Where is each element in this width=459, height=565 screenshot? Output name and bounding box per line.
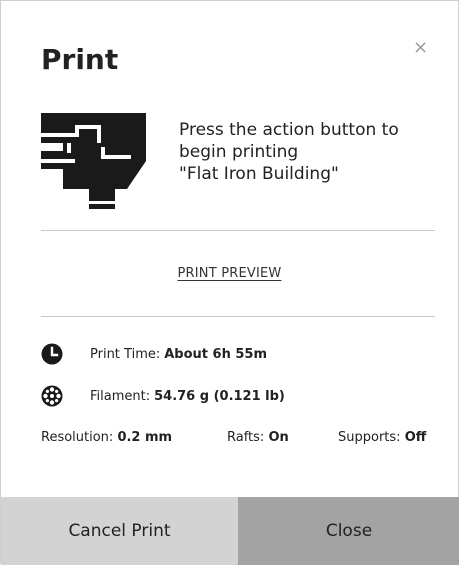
message-line-2: begin printing bbox=[179, 142, 299, 162]
resolution-label: Resolution: bbox=[41, 430, 114, 445]
supports-setting: Supports: Off bbox=[338, 430, 426, 445]
filament-value: 54.76 g (0.121 lb) bbox=[154, 388, 285, 404]
print-time-row: Print Time: About 6h 55m bbox=[41, 342, 267, 366]
filament-spool-icon bbox=[41, 385, 63, 407]
close-icon[interactable]: × bbox=[413, 37, 428, 58]
supports-label: Supports: bbox=[338, 430, 401, 445]
divider-top bbox=[41, 230, 435, 231]
resolution-setting: Resolution: 0.2 mm bbox=[41, 430, 172, 445]
clock-icon bbox=[41, 343, 63, 365]
filament-label: Filament: bbox=[90, 388, 151, 404]
cancel-print-button[interactable]: Cancel Print bbox=[1, 497, 238, 565]
rafts-label: Rafts: bbox=[227, 430, 265, 445]
filament-row: Filament: 54.76 g (0.121 lb) bbox=[41, 384, 285, 408]
resolution-value: 0.2 mm bbox=[117, 430, 173, 445]
supports-value: Off bbox=[404, 430, 427, 445]
printer-nozzle-hand-icon bbox=[41, 113, 146, 209]
rafts-setting: Rafts: On bbox=[227, 430, 289, 445]
dialog-title: Print bbox=[41, 43, 119, 76]
print-preview-link[interactable]: PRINT PREVIEW bbox=[1, 266, 458, 281]
rafts-value: On bbox=[268, 430, 289, 445]
message-line-1: Press the action button to bbox=[179, 120, 399, 140]
print-instructions: Press the action button to begin printin… bbox=[179, 119, 429, 185]
close-button[interactable]: Close bbox=[238, 497, 459, 565]
print-time-label: Print Time: bbox=[90, 346, 161, 362]
print-time-value: About 6h 55m bbox=[164, 346, 267, 362]
message-line-3: "Flat Iron Building" bbox=[179, 164, 339, 184]
divider-bottom bbox=[41, 316, 435, 317]
print-dialog: Print × Press the action button to begin… bbox=[0, 0, 459, 565]
